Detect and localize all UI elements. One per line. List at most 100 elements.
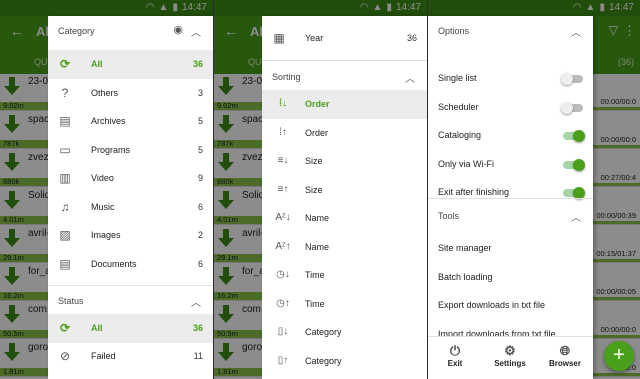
category-item[interactable]: ▥ Video 9	[48, 164, 213, 193]
chevron-up-icon[interactable]: ︿	[191, 24, 201, 39]
category-drawer: Category ◉ ︿ ⟳ All 36? Others 3 ▤ Archives 5 ▭ Pr…	[48, 16, 213, 379]
category-count: 36	[192, 59, 203, 69]
sort-option[interactable]: Aᶻ↑ Name	[262, 233, 427, 262]
option-toggle[interactable]	[561, 73, 583, 85]
sort-label: Size	[305, 156, 323, 166]
download-arrow-icon	[4, 343, 20, 361]
status-item-all[interactable]: ⟳ All 36	[48, 314, 213, 343]
sort-label: Name	[305, 241, 330, 252]
sort-option[interactable]: ▯↑ Category	[262, 347, 427, 376]
add-download-button[interactable]: +	[604, 341, 634, 371]
option-label: Only via Wi-Fi	[438, 158, 494, 169]
download-size: 1.81m	[217, 367, 238, 376]
download-size: 9.02m	[3, 101, 24, 110]
option-toggle[interactable]	[561, 101, 583, 114]
document-icon: ▤	[59, 256, 71, 271]
calendar-icon: ▦	[273, 31, 285, 45]
tool-item[interactable]: Export downloads in txt file	[428, 291, 593, 320]
category-item[interactable]: ▤ Archives 5	[48, 107, 213, 136]
sort-option[interactable]: Aᶻ↓ Name	[262, 204, 427, 233]
category-item[interactable]: ▭ Programs 5	[48, 136, 213, 165]
option-item[interactable]: Single list	[428, 64, 593, 93]
options-section-header[interactable]: Options ︿	[428, 16, 593, 44]
tab-all[interactable]: (36)	[618, 57, 634, 67]
eye-icon[interactable]: ◉	[173, 23, 183, 36]
category-item[interactable]: ? Others 3	[48, 79, 213, 108]
option-item[interactable]: Only via Wi-Fi	[428, 150, 593, 179]
sort-option[interactable]: ◷↑ Time	[262, 290, 427, 319]
chevron-up-icon[interactable]: ︿	[571, 209, 581, 224]
status-count: 11	[193, 351, 203, 361]
download-name: Solid	[28, 190, 51, 201]
sort-option[interactable]: ⁞↑ Order	[262, 119, 427, 148]
settings-button[interactable]: ⚙ Settings	[485, 343, 535, 368]
download-time: 00:00/00:0	[600, 97, 636, 106]
power-icon: ⏻	[449, 343, 461, 358]
wifi-icon: ◠	[359, 2, 369, 13]
tools-section-header[interactable]: Tools ︿	[428, 201, 593, 229]
sort-option[interactable]: ≡↓ Size	[262, 147, 427, 176]
battery-icon: ▮	[172, 2, 178, 13]
option-label: Scheduler	[438, 101, 479, 112]
status-item-failed[interactable]: ⊘ Failed 11	[48, 342, 213, 371]
exit-button[interactable]: ⏻ Exit	[430, 343, 480, 368]
section-title: Options	[438, 26, 470, 36]
section-title: Sorting	[272, 72, 301, 82]
download-name: goro	[28, 342, 49, 353]
sync-icon: ⟳	[59, 321, 71, 335]
option-toggle[interactable]	[563, 187, 585, 199]
tool-label: Export downloads in txt file	[438, 300, 546, 310]
year-item[interactable]: ▦ Year 36	[262, 24, 427, 53]
filter-icon[interactable]: ▽	[609, 23, 618, 37]
clock: 14:47	[395, 2, 421, 13]
back-arrow-icon[interactable]: ←	[10, 23, 24, 39]
signal-icon: ▲	[372, 2, 383, 13]
download-arrow-icon	[218, 229, 234, 247]
download-size: 16.2m	[217, 291, 238, 300]
monitor-icon: ▭	[59, 142, 71, 157]
status-bar: ◠ ▲ ▮ 14:47	[0, 0, 213, 16]
category-item[interactable]: ▨ Images 2	[48, 221, 213, 250]
chevron-up-icon[interactable]: ︿	[191, 294, 201, 309]
option-toggle[interactable]	[563, 130, 585, 142]
sort-option[interactable]: ▯↓ Category	[262, 318, 427, 347]
status-bar: ◠ ▲ ▮ 14:47	[214, 0, 427, 16]
download-size: 880k	[3, 177, 20, 186]
download-size: 4.01m	[217, 215, 238, 224]
category-item[interactable]: ♫ Music 6	[48, 193, 213, 222]
back-arrow-icon[interactable]: ←	[224, 23, 238, 39]
bottom-actions: ⏻ Exit ⚙ Settings 🌐︎ Browser	[428, 336, 593, 379]
tool-item[interactable]: Batch loading	[428, 263, 593, 292]
download-time: 00:00/00:05	[596, 287, 636, 296]
download-arrow-icon	[218, 153, 234, 171]
download-time: 00:27/00:4	[600, 173, 636, 182]
chevron-up-icon[interactable]: ︿	[571, 24, 581, 39]
category-section-header[interactable]: Category ◉ ︿	[48, 16, 213, 44]
section-title: Category	[58, 26, 95, 36]
order-desc-icon: ⁞↓	[278, 98, 288, 109]
option-item[interactable]: Scheduler	[428, 93, 593, 122]
download-name: goro	[242, 342, 263, 353]
battery-icon: ▮	[599, 2, 605, 13]
option-item[interactable]: Cataloging	[428, 121, 593, 150]
option-toggle[interactable]	[563, 158, 585, 171]
category-label: Programs	[91, 144, 131, 155]
block-icon: ⊘	[59, 349, 71, 363]
sort-option[interactable]: ⁞↓ Order	[262, 90, 427, 119]
browser-button[interactable]: 🌐︎ Browser	[540, 343, 590, 368]
sorting-section-header[interactable]: Sorting ︿	[262, 62, 427, 90]
status-section-header[interactable]: Status ︿	[48, 286, 213, 314]
tool-item[interactable]: Site manager	[428, 234, 593, 263]
category-item[interactable]: ⟳ All 36	[48, 50, 213, 79]
sort-option[interactable]: ◷↓ Time	[262, 261, 427, 290]
settings-label: Settings	[494, 359, 526, 368]
menu-icon[interactable]: ⋮	[623, 23, 636, 39]
year-label: Year	[305, 33, 324, 43]
download-name: zvez	[242, 152, 263, 163]
chevron-up-icon[interactable]: ︿	[405, 70, 415, 85]
status-label: All	[91, 323, 103, 333]
signal-icon: ▲	[158, 2, 169, 13]
download-arrow-icon	[218, 305, 234, 323]
sort-option[interactable]: ≡↑ Size	[262, 176, 427, 205]
category-item[interactable]: ▤ Documents 6	[48, 250, 213, 279]
